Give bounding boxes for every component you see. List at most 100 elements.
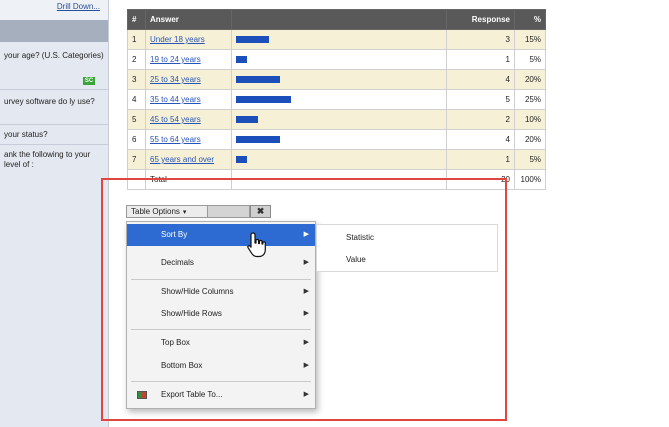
row-number: 1 (127, 29, 146, 50)
menu-item-label: Show/Hide Rows (161, 309, 222, 318)
bar-cell (231, 129, 447, 150)
sidebar-divider (0, 144, 108, 145)
sidebar-top: Drill Down... (0, 0, 108, 20)
row-number: 4 (127, 89, 146, 110)
table-options-menu: Sort By ▶ Decimals ▶ Show/Hide Columns ▶… (126, 221, 316, 409)
total-percent: 100% (514, 169, 546, 190)
sidebar-divider (0, 89, 108, 90)
menu-divider (131, 381, 311, 382)
spreadsheet-icon (137, 391, 147, 399)
bar-cell (231, 49, 447, 70)
submenu-item-value[interactable]: Value (346, 255, 366, 264)
menu-item-top-box[interactable]: Top Box ▶ (127, 332, 315, 354)
sidebar-item-status[interactable]: your status? (4, 130, 106, 140)
answer-link[interactable]: 55 to 64 years (150, 135, 201, 144)
submenu-arrow-icon: ▶ (303, 310, 309, 317)
response-percent: 20% (514, 129, 546, 150)
table-options-spacer (208, 205, 250, 218)
table-row: 2 19 to 24 years 1 5% (127, 49, 546, 70)
menu-item-label: Show/Hide Columns (161, 287, 234, 296)
answer-cell: 45 to 54 years (145, 109, 232, 130)
col-header-bar (231, 9, 447, 30)
submenu-arrow-icon: ▶ (303, 362, 309, 369)
response-count: 3 (446, 29, 515, 50)
table-row: 3 25 to 34 years 4 20% (127, 69, 546, 90)
response-percent: 5% (514, 49, 546, 70)
response-bar (236, 116, 258, 123)
submenu-arrow-icon: ▶ (303, 391, 309, 398)
submenu-arrow-icon: ▶ (303, 288, 309, 295)
response-percent: 25% (514, 89, 546, 110)
response-percent: 15% (514, 29, 546, 50)
close-x-icon[interactable]: ✖ (250, 205, 271, 218)
answer-cell: 19 to 24 years (145, 49, 232, 70)
table-row: 7 65 years and over 1 5% (127, 149, 546, 170)
sidebar-item-age[interactable]: your age? (U.S. Categories) (4, 51, 106, 61)
response-count: 1 (446, 49, 515, 70)
submenu-arrow-icon: ▶ (303, 339, 309, 346)
sidebar-header (0, 20, 108, 42)
answer-cell: 25 to 34 years (145, 69, 232, 90)
table-options-label: Table Options (131, 207, 180, 216)
col-header-percent: % (514, 9, 546, 30)
response-count: 4 (446, 69, 515, 90)
drill-down-link[interactable]: Drill Down... (57, 2, 100, 11)
answer-link[interactable]: 19 to 24 years (150, 55, 201, 64)
status-badge: SC (83, 77, 95, 85)
response-count: 1 (446, 149, 515, 170)
answer-cell: 65 years and over (145, 149, 232, 170)
response-percent: 20% (514, 69, 546, 90)
submenu-item-statistic[interactable]: Statistic (346, 233, 374, 242)
response-bar (236, 76, 280, 83)
answer-cell: 35 to 44 years (145, 89, 232, 110)
response-bar (236, 56, 247, 63)
sidebar-item-rank[interactable]: ank the following to your level of : (4, 150, 106, 170)
bar-cell (231, 69, 447, 90)
menu-item-label: Decimals (161, 258, 194, 267)
sidebar-item-software[interactable]: urvey software do ly use? (4, 97, 106, 107)
response-count: 4 (446, 129, 515, 150)
menu-item-show-hide-rows[interactable]: Show/Hide Rows ▶ (127, 303, 315, 325)
submenu-arrow-icon: ▶ (303, 231, 309, 238)
row-number: 7 (127, 149, 146, 170)
bar-cell (231, 109, 447, 130)
answer-link[interactable]: Under 18 years (150, 35, 205, 44)
menu-item-label: Sort By (161, 230, 188, 239)
submenu-arrow-icon: ▶ (303, 259, 309, 266)
response-count: 2 (446, 109, 515, 130)
menu-item-decimals[interactable]: Decimals ▶ (127, 252, 315, 274)
menu-item-label: Bottom Box (161, 361, 203, 370)
question-sidebar: Drill Down... your age? (U.S. Categories… (0, 0, 109, 427)
hand-pointer-icon (247, 232, 266, 258)
answer-link[interactable]: 45 to 54 years (150, 115, 201, 124)
menu-item-label: Top Box (161, 338, 190, 347)
table-row: 5 45 to 54 years 2 10% (127, 109, 546, 130)
menu-item-bottom-box[interactable]: Bottom Box ▶ (127, 355, 315, 377)
sort-by-submenu: Statistic Value (316, 224, 498, 272)
row-number: 3 (127, 69, 146, 90)
table-header-row: # Answer Response % (127, 9, 546, 30)
response-count: 5 (446, 89, 515, 110)
response-percent: 10% (514, 109, 546, 130)
table-row: 4 35 to 44 years 5 25% (127, 89, 546, 110)
menu-item-label: Export Table To... (161, 390, 223, 399)
answer-cell: 55 to 64 years (145, 129, 232, 150)
answer-link[interactable]: 35 to 44 years (150, 95, 201, 104)
table-options-button[interactable]: Table Options ▾ (126, 205, 208, 218)
results-table-wrap: # Answer Response % 1 Under 18 years 3 1… (127, 9, 546, 190)
menu-item-sort-by[interactable]: Sort By ▶ (127, 224, 315, 246)
table-row: 1 Under 18 years 3 15% (127, 29, 546, 50)
answer-link[interactable]: 65 years and over (150, 155, 214, 164)
col-header-number: # (127, 9, 146, 30)
chevron-down-icon: ▾ (182, 209, 187, 216)
bar-cell (231, 89, 447, 110)
bar-cell (231, 149, 447, 170)
row-number: 6 (127, 129, 146, 150)
answer-link[interactable]: 25 to 34 years (150, 75, 201, 84)
menu-item-show-hide-columns[interactable]: Show/Hide Columns ▶ (127, 281, 315, 303)
menu-divider (131, 329, 311, 330)
col-header-answer: Answer (145, 9, 232, 30)
menu-item-export-table[interactable]: Export Table To... ▶ (127, 384, 315, 406)
response-bar (236, 96, 291, 103)
answer-cell: Under 18 years (145, 29, 232, 50)
